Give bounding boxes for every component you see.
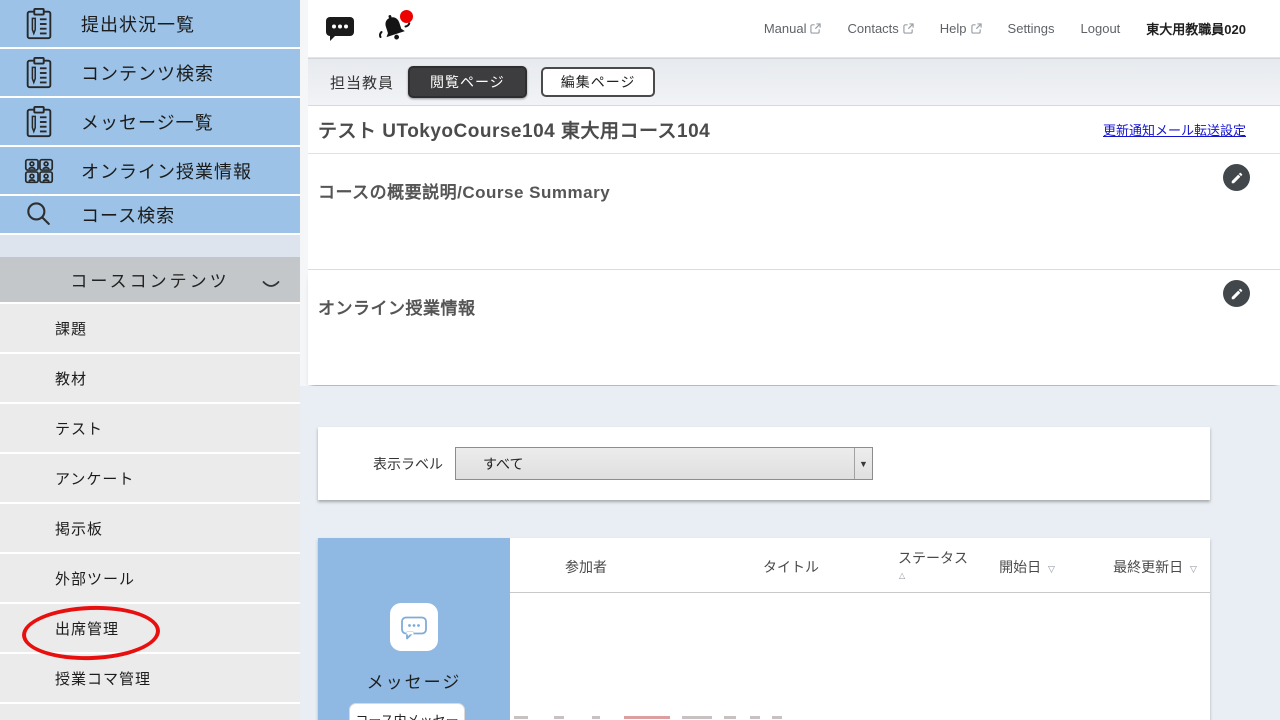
clipboard-icon xyxy=(21,6,57,42)
sort-asc-icon[interactable]: △ xyxy=(899,571,968,580)
sidebar-item-submission-status[interactable]: 提出状況一覧 xyxy=(0,0,300,47)
app-window: 提出状況一覧 コンテンツ検索 メッセージ一覧 xyxy=(0,0,1280,720)
column-header-title[interactable]: タイトル xyxy=(763,557,819,577)
display-label-select[interactable]: すべて ▼ xyxy=(455,447,873,480)
contacts-link[interactable]: Contacts xyxy=(847,21,913,36)
username: 東大用教職員020 xyxy=(1146,19,1246,38)
messages-table: 参加者 タイトル ステータス △ 開始日 ▽ xyxy=(510,538,1210,720)
settings-link[interactable]: Settings xyxy=(1008,21,1055,36)
page-title: テスト UTokyoCourse104 東大用コース104 xyxy=(318,116,710,143)
meeting-grid-icon xyxy=(21,153,57,189)
edit-course-summary-button[interactable] xyxy=(1223,164,1250,191)
sort-desc-icon[interactable]: ▽ xyxy=(1190,564,1197,574)
external-link-icon xyxy=(971,23,982,34)
messages-table-card: メッセージ コース内メッセー 参加者 タイトル ステータス △ xyxy=(318,538,1210,720)
search-icon xyxy=(21,197,57,233)
select-arrow-icon: ▼ xyxy=(854,448,872,479)
column-label: 参加者 xyxy=(565,559,607,575)
sidebar-item-label: メッセージ一覧 xyxy=(81,109,214,135)
column-header-start-date[interactable]: 開始日 ▽ xyxy=(999,557,1055,577)
sidebar-item-message-list[interactable]: メッセージ一覧 xyxy=(0,98,300,145)
sidebar-item-course-search[interactable]: コース検索 xyxy=(0,196,300,233)
notifications-button[interactable] xyxy=(372,6,416,52)
help-link[interactable]: Help xyxy=(940,21,982,36)
table-header-row: 参加者 タイトル ステータス △ 開始日 ▽ xyxy=(510,538,1210,593)
display-label-caption: 表示ラベル xyxy=(373,454,443,474)
section-header-label: コースコンテンツ xyxy=(70,267,229,292)
content-lower-area: 表示ラベル すべて ▼ メッセージ xyxy=(300,386,1280,720)
role-label: 担当教員 xyxy=(330,72,394,93)
update-mail-settings-link[interactable]: 更新通知メール転送設定 xyxy=(1103,120,1246,139)
sidebar: 提出状況一覧 コンテンツ検索 メッセージ一覧 xyxy=(0,0,300,720)
external-link-icon xyxy=(903,23,914,34)
sidebar-divider xyxy=(0,235,300,257)
table-body-empty xyxy=(510,593,1210,719)
column-header-status[interactable]: ステータス △ xyxy=(898,548,968,580)
speech-bubble-icon xyxy=(325,15,355,43)
sidebar-item-external-tools[interactable]: 外部ツール xyxy=(0,554,300,602)
clipboard-icon xyxy=(21,104,57,140)
tab-strip: 担当教員 閲覧ページ 編集ページ xyxy=(308,58,1280,106)
link-label: Logout xyxy=(1081,21,1121,36)
online-class-info-section: オンライン授業情報 xyxy=(308,270,1280,385)
link-label: Manual xyxy=(764,21,807,36)
main-area: Manual Contacts Help Settings Logout 東 xyxy=(300,0,1280,720)
column-label: ステータス xyxy=(898,550,968,566)
pencil-icon xyxy=(1230,171,1244,185)
course-message-button[interactable]: コース内メッセー xyxy=(349,703,465,720)
logout-link[interactable]: Logout xyxy=(1081,21,1121,36)
selected-option: すべて xyxy=(456,454,854,474)
section-title: コースの概要説明/Course Summary xyxy=(308,154,1280,203)
sidebar-item-label: コース検索 xyxy=(81,202,175,228)
sidebar-item-content-search[interactable]: コンテンツ検索 xyxy=(0,49,300,96)
sidebar-item-materials[interactable]: 教材 xyxy=(0,354,300,402)
sort-desc-icon[interactable]: ▽ xyxy=(1048,564,1055,574)
section-title: オンライン授業情報 xyxy=(308,270,1280,319)
sidebar-item-online-class-info[interactable]: オンライン授業情報 xyxy=(0,147,300,194)
chevron-down-icon xyxy=(262,277,280,295)
clipboard-icon xyxy=(21,55,57,91)
external-link-icon xyxy=(810,23,821,34)
notification-badge xyxy=(400,10,413,23)
topbar-links: Manual Contacts Help Settings Logout 東 xyxy=(764,19,1280,38)
link-label: Settings xyxy=(1008,21,1055,36)
sidebar-item-assignments[interactable]: 課題 xyxy=(0,304,300,352)
topbar: Manual Contacts Help Settings Logout 東 xyxy=(308,0,1280,58)
sidebar-item-label: コンテンツ検索 xyxy=(81,60,214,86)
message-panel-title: メッセージ xyxy=(318,668,510,693)
sidebar-item-class-slot-management[interactable]: 授業コマ管理 xyxy=(0,654,300,702)
tab-view-page[interactable]: 閲覧ページ xyxy=(408,66,527,98)
course-contents-list: 課題 教材 テスト アンケート 掲示板 外部ツール 出席管理 授業コマ管理 xyxy=(0,304,300,720)
message-bubble-tile xyxy=(390,603,438,651)
sidebar-item-label: 提出状況一覧 xyxy=(81,11,195,37)
sidebar-item-surveys[interactable]: アンケート xyxy=(0,454,300,502)
pencil-icon xyxy=(1230,287,1244,301)
tab-edit-page[interactable]: 編集ページ xyxy=(541,67,656,97)
sidebar-item-partial xyxy=(0,704,300,720)
display-label-filter-card: 表示ラベル すべて ▼ xyxy=(318,427,1210,500)
column-label: 最終更新日 xyxy=(1113,559,1183,575)
column-label: 開始日 xyxy=(999,559,1041,575)
clipped-text-row xyxy=(514,716,934,719)
column-header-last-updated[interactable]: 最終更新日 ▽ xyxy=(1113,557,1197,577)
message-category-panel[interactable]: メッセージ コース内メッセー xyxy=(318,538,510,720)
sidebar-item-bulletin-board[interactable]: 掲示板 xyxy=(0,504,300,552)
sidebar-section-course-contents[interactable]: コースコンテンツ xyxy=(0,257,300,302)
sidebar-item-label: オンライン授業情報 xyxy=(81,158,252,184)
manual-link[interactable]: Manual xyxy=(764,21,822,36)
edit-online-class-info-button[interactable] xyxy=(1223,280,1250,307)
messages-button[interactable] xyxy=(318,6,362,52)
link-label: Contacts xyxy=(847,21,898,36)
link-label: Help xyxy=(940,21,967,36)
sidebar-item-attendance[interactable]: 出席管理 xyxy=(0,604,300,652)
column-label: タイトル xyxy=(763,559,819,575)
column-header-participants[interactable]: 参加者 xyxy=(565,557,607,577)
course-summary-section: コースの概要説明/Course Summary xyxy=(308,154,1280,270)
sidebar-item-tests[interactable]: テスト xyxy=(0,404,300,452)
message-bubble-icon xyxy=(399,614,429,641)
title-bar: テスト UTokyoCourse104 東大用コース104 更新通知メール転送設… xyxy=(308,106,1280,154)
